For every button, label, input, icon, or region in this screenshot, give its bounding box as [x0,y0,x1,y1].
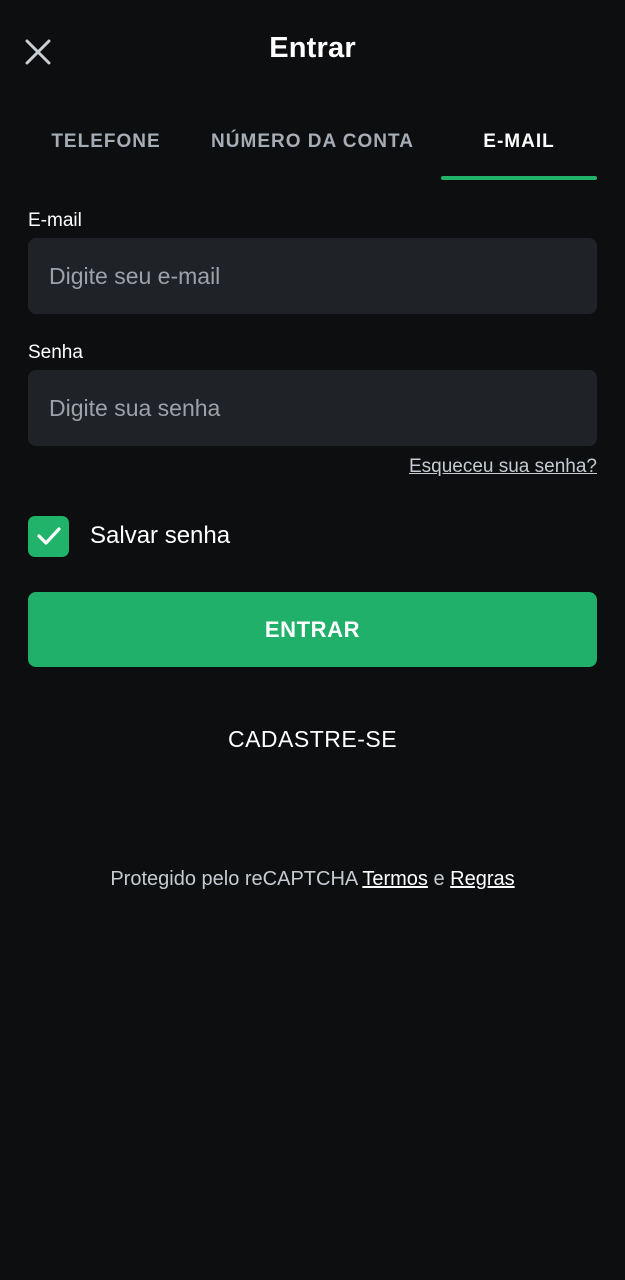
password-field[interactable] [28,370,597,446]
save-password-checkbox[interactable] [28,515,69,557]
register-button-label: CADASTRE-SE [227,725,398,752]
tab-e-mail[interactable]: E-MAIL [441,104,597,180]
tab-label: TELEFONE [51,131,161,152]
footer-conjunction: e [433,868,445,890]
recaptcha-notice: Protegido pelo reCAPTCHA Termos e Regras [0,868,625,891]
rules-link[interactable]: Regras [450,868,514,890]
login-button[interactable]: ENTRAR [28,592,597,667]
forgot-password-link[interactable]: Esqueceu sua senha? [409,456,597,478]
login-method-tabs: TELEFONE NÚMERO DA CONTA E-MAIL [0,104,625,180]
tab-numero-da-conta[interactable]: NÚMERO DA CONTA [196,104,429,180]
email-field[interactable] [28,238,597,314]
login-screen: Entrar TELEFONE NÚMERO DA CONTA E-MAIL E… [0,0,625,1280]
header: Entrar [0,0,625,104]
active-tab-indicator [441,176,597,180]
page-title: Entrar [269,32,356,64]
tab-label: E-MAIL [483,131,555,152]
save-password-row[interactable]: Salvar senha [28,515,230,557]
email-label: E-mail [28,210,82,231]
save-password-label: Salvar senha [90,522,231,549]
terms-link[interactable]: Termos [362,868,428,890]
login-button-label: ENTRAR [264,616,361,642]
register-button[interactable]: CADASTRE-SE [0,718,625,760]
checkmark-icon [36,527,61,545]
tab-telefone[interactable]: TELEFONE [28,104,184,180]
recaptcha-text: Protegido pelo reCAPTCHA [110,868,358,890]
password-label: Senha [28,342,83,363]
tab-label: NÚMERO DA CONTA [211,131,414,152]
